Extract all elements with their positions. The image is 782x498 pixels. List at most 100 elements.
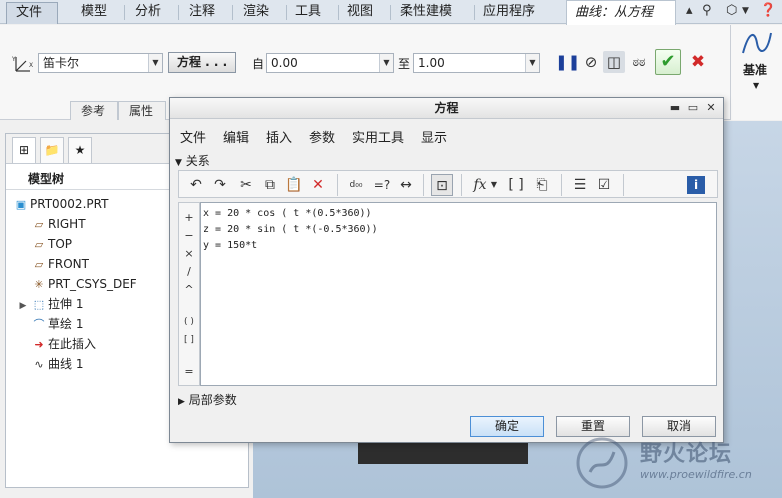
insert-function-icon[interactable]: fx xyxy=(469,174,491,196)
operator-multiply[interactable]: × xyxy=(179,247,199,261)
datum-group[interactable]: 基准 ▼ xyxy=(730,25,782,120)
operator-equals[interactable]: = xyxy=(179,365,199,379)
verify-relations-icon[interactable]: ☑ xyxy=(593,174,615,196)
folder-browser-tab-icon[interactable]: 📁 xyxy=(40,137,64,163)
insert-arrow-icon: ➜ xyxy=(34,338,44,351)
copy-icon[interactable]: ⧉ xyxy=(259,174,281,196)
part-icon: ▣ xyxy=(15,198,27,211)
operator-palette: + − × / ^ ( ) [ ] = xyxy=(178,202,200,386)
csys-type-icon: Y X xyxy=(12,56,33,72)
tree-item-right[interactable]: ▱ RIGHT xyxy=(30,214,86,234)
chevron-down-icon[interactable]: ▼ xyxy=(742,6,749,16)
sort-relations-icon[interactable]: ☰ xyxy=(569,174,591,196)
dialog-menu-bar: 文件 编辑 插入 参数 实用工具 显示 xyxy=(170,120,723,150)
tab-analysis[interactable]: 分析 xyxy=(126,0,170,24)
cancel-x-icon[interactable]: ✖ xyxy=(687,51,709,73)
model-tree-tab-icon[interactable]: ⊞ xyxy=(12,137,36,163)
paste-icon[interactable]: 📋 xyxy=(283,174,305,196)
operator-plus[interactable]: + xyxy=(179,211,199,225)
tab-tools[interactable]: 工具 xyxy=(286,0,330,24)
tree-item-part[interactable]: ▣ PRT0002.PRT xyxy=(12,194,109,214)
equation-line-z: z = 20 * sin ( t *(-0.5*360)) xyxy=(203,224,378,235)
chevron-down-icon: ▼ xyxy=(753,81,760,90)
operator-brackets[interactable]: [ ] xyxy=(179,333,199,347)
model-solid xyxy=(358,440,528,464)
tab-model[interactable]: 模型 xyxy=(72,0,116,24)
equation-line-y: y = 150*t xyxy=(203,240,258,251)
ok-button[interactable]: 确定 xyxy=(470,416,544,437)
from-value-input[interactable]: 0.00 ▼ xyxy=(266,53,394,73)
tree-item-top[interactable]: ▱ TOP xyxy=(30,234,72,254)
display-values-icon[interactable]: d₀₀ xyxy=(345,174,367,196)
operator-minus[interactable]: − xyxy=(179,229,199,243)
operator-parentheses[interactable]: ( ) xyxy=(179,315,199,329)
insert-from-file-icon[interactable]: ⎗ xyxy=(531,174,553,196)
file-menu[interactable]: 文件 ▾ xyxy=(6,2,58,40)
tab-applications[interactable]: 应用程序 xyxy=(474,0,544,24)
dropdown-arrow-icon[interactable]: ▴ xyxy=(686,3,693,18)
settings-cube-icon[interactable]: ⬡ xyxy=(726,3,737,18)
curve-icon: ∿ xyxy=(34,358,44,371)
equation-dialog: 方程 ▬ ▭ ✕ 文件 编辑 插入 参数 实用工具 显示 ▼ 关系 ↶ ↷ ✂ … xyxy=(169,97,724,443)
datum-label: 基准 xyxy=(743,63,768,77)
operator-power[interactable]: ^ xyxy=(179,283,199,297)
tab-render[interactable]: 渲染 xyxy=(234,0,278,24)
favorites-tab-icon[interactable]: ★ xyxy=(68,137,92,163)
csys-icon: ✳ xyxy=(34,278,44,291)
search-icon[interactable]: ⚲ xyxy=(702,3,712,18)
equation-button[interactable]: 方程 . . . xyxy=(168,52,236,73)
from-label: 自 xyxy=(252,57,265,71)
tree-item-front[interactable]: ▱ FRONT xyxy=(30,254,89,274)
tab-curve-from-equation[interactable]: 曲线：从方程 xyxy=(566,0,676,25)
tab-flexible-modeling[interactable]: 柔性建模 xyxy=(391,0,461,24)
no-preview-icon[interactable]: ⊘ xyxy=(580,51,602,73)
local-parameters-header[interactable]: ▶ 局部参数 xyxy=(178,392,478,408)
pause-icon[interactable]: ❚❚ xyxy=(555,51,580,73)
accept-checkmark-icon[interactable]: ✔ xyxy=(655,49,681,75)
dropdown-arrow-icon[interactable]: ▼ xyxy=(489,174,499,196)
watermark-url: www.proewildfire.cn xyxy=(640,468,752,481)
tab-view[interactable]: 视图 xyxy=(338,0,382,24)
datum-curve-icon xyxy=(742,32,772,54)
maximize-icon[interactable]: ▭ xyxy=(686,101,700,115)
tree-item-csys[interactable]: ✳ PRT_CSYS_DEF xyxy=(30,274,136,294)
menu-parameters[interactable]: 参数 xyxy=(309,127,335,146)
tree-item-insert-here[interactable]: ➜ 在此插入 xyxy=(30,334,96,354)
tab-annotate[interactable]: 注释 xyxy=(180,0,224,24)
minimize-icon[interactable]: ▬ xyxy=(668,101,682,115)
tree-item-curve[interactable]: ∿ 曲线 1 xyxy=(30,354,83,374)
menu-file[interactable]: 文件 xyxy=(180,127,206,146)
extrude-icon: ⬚ xyxy=(33,298,45,311)
redo-icon[interactable]: ↷ xyxy=(209,174,231,196)
operator-divide[interactable]: / xyxy=(179,265,199,279)
measure-icon[interactable]: ↔ xyxy=(395,174,417,196)
to-value-input[interactable]: 1.00 ▼ xyxy=(413,53,540,73)
sketch-icon: ⌒ xyxy=(33,318,45,331)
tree-item-extrude[interactable]: ▶ ⬚ 拉伸 1 xyxy=(16,294,84,316)
csys-type-select[interactable]: 笛卡尔 ▼ xyxy=(38,53,163,73)
delete-icon[interactable]: ✕ xyxy=(307,174,329,196)
expand-arrow-icon[interactable]: ▶ xyxy=(16,296,30,316)
cut-icon[interactable]: ✂ xyxy=(235,174,257,196)
menu-display[interactable]: 显示 xyxy=(421,127,447,146)
info-icon[interactable]: i xyxy=(687,176,705,194)
menu-utilities[interactable]: 实用工具 xyxy=(352,127,404,146)
svg-text:Y: Y xyxy=(12,56,16,63)
close-icon[interactable]: ✕ xyxy=(704,101,718,115)
preview-icon[interactable]: ◫ xyxy=(603,51,625,73)
tree-item-sketch[interactable]: ⌒ 草绘 1 xyxy=(30,314,84,334)
unit-sensitivity-icon[interactable]: ⊡ xyxy=(431,174,453,196)
equation-line-x: x = 20 * cos ( t *(0.5*360)) xyxy=(203,208,372,219)
tab-references[interactable]: 参考 xyxy=(70,101,118,120)
menu-edit[interactable]: 编辑 xyxy=(223,127,249,146)
help-icon[interactable]: ❓ xyxy=(760,3,776,18)
relations-section-header[interactable]: ▼ 关系 xyxy=(175,153,475,169)
relations-editor[interactable]: x = 20 * cos ( t *(0.5*360)) z = 20 * si… xyxy=(200,202,717,386)
undo-icon[interactable]: ↶ xyxy=(185,174,207,196)
tab-properties[interactable]: 属性 xyxy=(118,101,166,120)
verify-glasses-icon[interactable]: ಠಠ xyxy=(628,51,650,73)
evaluate-icon[interactable]: =? xyxy=(371,174,393,196)
insert-brackets-icon[interactable]: [ ] xyxy=(505,174,527,196)
menu-insert[interactable]: 插入 xyxy=(266,127,292,146)
dialog-title: 方程 xyxy=(434,101,459,115)
